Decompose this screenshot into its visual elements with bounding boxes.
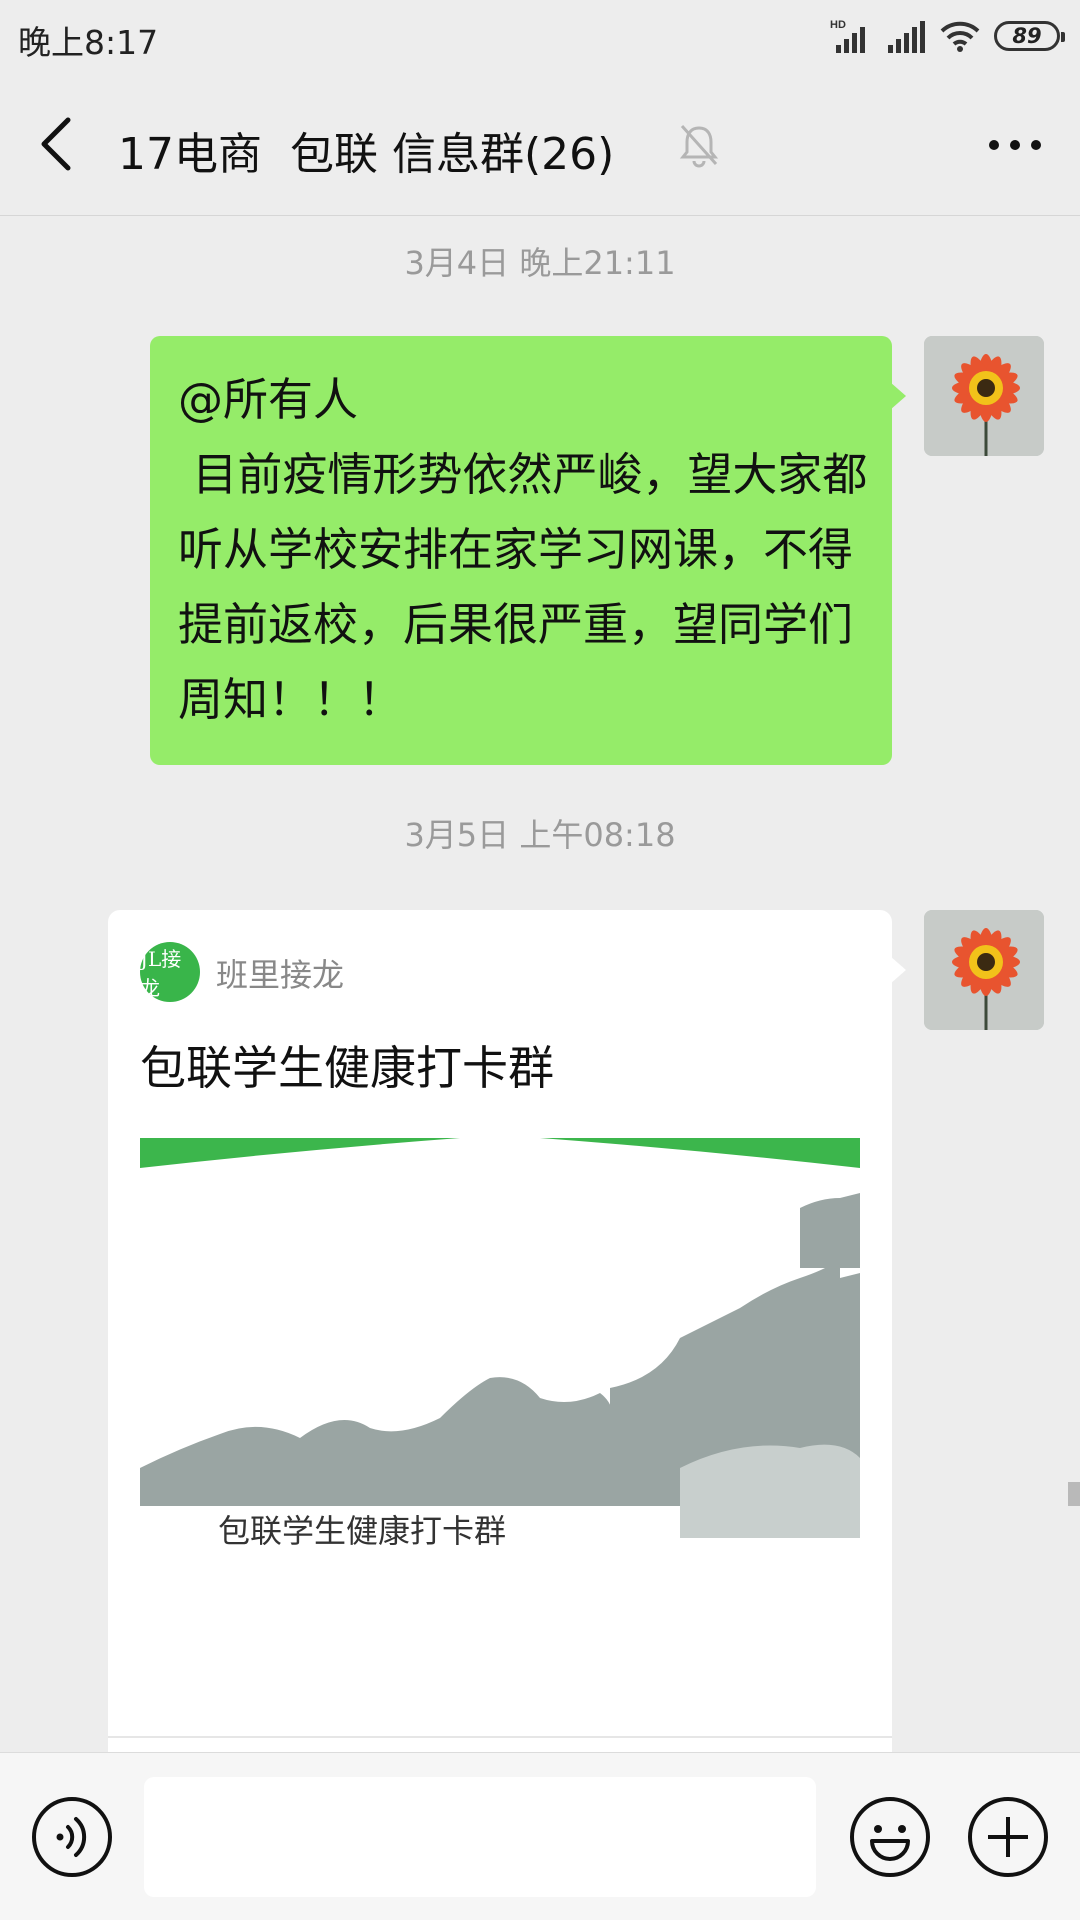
chat-header: 17电商 包联 信息群(26) — [0, 72, 1080, 216]
message-timestamp: 3月5日 上午08:18 — [404, 816, 676, 854]
input-bar — [0, 1752, 1080, 1920]
text-message-bubble[interactable]: @所有人 目前疫情形势依然严峻，望大家都听从学校安排在家学习网课，不得提前返校，… — [150, 336, 906, 765]
message-timestamp: 3月4日 晚上21:11 — [404, 244, 676, 282]
card-title: 包联学生健康打卡群 — [140, 1041, 554, 1095]
signal-icon: HD — [830, 19, 865, 53]
sunflower-avatar-image — [924, 336, 1044, 456]
sunflower-avatar-image — [924, 910, 1044, 1030]
emoji-icon[interactable] — [848, 1795, 932, 1879]
network-type-label: HD — [830, 19, 846, 31]
battery-icon: 89 — [994, 21, 1065, 51]
chat-title[interactable]: 17电商 包联 信息群(26) — [118, 118, 614, 182]
app-logo: JL接龙 — [140, 942, 200, 1002]
plus-icon[interactable] — [966, 1795, 1050, 1879]
message-input[interactable] — [144, 1777, 816, 1897]
wifi-icon — [940, 21, 980, 52]
app-name: 班里接龙 — [216, 956, 345, 994]
status-time: 晚上8:17 — [18, 23, 159, 62]
card-divider — [108, 1736, 892, 1738]
status-icons: HD 89 — [830, 18, 1065, 54]
status-bar: 晚上8:17 HD 89 — [0, 0, 1080, 72]
avatar[interactable] — [924, 336, 1044, 456]
battery-level: 89 — [1012, 24, 1042, 48]
chat-message-list[interactable]: 3月4日 晚上21:11 @所有人 目前疫情形势依然严峻，望大家都听从学校安排在… — [0, 216, 1080, 1752]
more-dots-icon[interactable] — [986, 130, 1044, 160]
avatar[interactable] — [924, 910, 1044, 1030]
back-arrow-icon[interactable] — [30, 112, 86, 176]
card-caption: 包联学生健康打卡群 — [218, 1512, 507, 1550]
bell-muted-icon — [679, 124, 719, 168]
scrollbar[interactable] — [1068, 1482, 1080, 1506]
voice-icon[interactable] — [30, 1795, 114, 1879]
mini-program-card[interactable]: JL接龙 班里接龙 包联学生健康打卡群 包联学生健康打卡群 — [108, 910, 906, 1752]
signal-icon — [888, 21, 925, 53]
